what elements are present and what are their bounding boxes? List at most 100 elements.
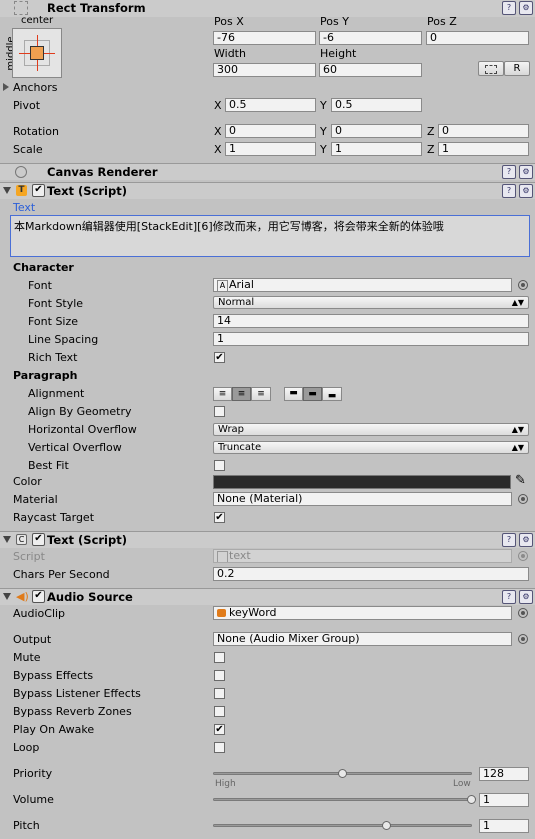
pitch-slider-track[interactable] — [213, 824, 472, 827]
pos-z-field[interactable]: 0 — [426, 31, 529, 45]
alignment-bottom-button[interactable]: ▬ — [322, 387, 342, 401]
priority-slider-thumb[interactable] — [337, 769, 347, 778]
width-field[interactable]: 300 — [213, 63, 316, 77]
script-icon: C — [16, 534, 27, 545]
scale-z-field[interactable]: 1 — [438, 142, 529, 156]
chars-per-second-field[interactable]: 0.2 — [213, 567, 529, 581]
anchor-preset-button[interactable] — [12, 28, 62, 78]
alignment-middle-button[interactable]: ▬ — [303, 387, 322, 401]
raycast-target-label: Raycast Target — [13, 511, 95, 524]
bypass-effects-checkbox[interactable] — [214, 670, 225, 681]
text-area[interactable]: 本Markdown编辑器使用[StackEdit][6]修改而来，用它写博客，将… — [10, 215, 530, 257]
scale-y-field[interactable]: 1 — [331, 142, 422, 156]
rot-y-field[interactable]: 0 — [331, 124, 422, 138]
settings-icon[interactable]: ⚙ — [519, 590, 533, 604]
output-field[interactable]: None (Audio Mixer Group) — [213, 632, 512, 646]
text-icon: T — [16, 185, 27, 196]
rect-transform-icon — [14, 1, 28, 15]
help-icon[interactable]: ? — [502, 533, 516, 547]
object-picker-icon — [518, 551, 528, 561]
alignment-label: Alignment — [28, 387, 85, 400]
rot-y-axis: Y — [320, 125, 327, 138]
pos-y-field[interactable]: -6 — [319, 31, 422, 45]
loop-checkbox[interactable] — [214, 742, 225, 753]
eyedropper-icon[interactable]: ✎ — [515, 473, 526, 488]
settings-icon[interactable]: ⚙ — [519, 165, 533, 179]
bypass-listener-checkbox[interactable] — [214, 688, 225, 699]
help-icon[interactable]: ? — [502, 165, 516, 179]
audio-source-header[interactable]: ◀) ✔ Audio Source ? ⚙ — [0, 588, 535, 605]
help-icon[interactable]: ? — [502, 1, 516, 15]
scale-x-axis: X — [214, 143, 222, 156]
foldout-arrow-icon[interactable] — [3, 593, 11, 600]
foldout-arrow-icon[interactable] — [3, 187, 11, 194]
alignment-top-button[interactable]: ▬ — [284, 387, 303, 401]
volume-field[interactable]: 1 — [479, 793, 529, 807]
object-picker-icon[interactable] — [518, 494, 528, 504]
pitch-slider-thumb[interactable] — [381, 821, 391, 830]
settings-icon[interactable]: ⚙ — [519, 1, 533, 15]
scale-y-axis: Y — [320, 143, 327, 156]
enable-checkbox[interactable]: ✔ — [32, 590, 45, 603]
best-fit-checkbox[interactable] — [214, 460, 225, 471]
object-picker-icon[interactable] — [518, 280, 528, 290]
font-style-dropdown[interactable]: Normal ▲▼ — [213, 296, 529, 309]
height-field[interactable]: 60 — [319, 63, 422, 77]
text-component-header[interactable]: T ✔ Text (Script) ? ⚙ — [0, 182, 535, 199]
rot-x-field[interactable]: 0 — [225, 124, 316, 138]
character-section: Character — [13, 261, 74, 274]
alignment-right-button[interactable]: ≡ — [251, 387, 271, 401]
volume-slider-track[interactable] — [213, 798, 472, 801]
priority-label: Priority — [13, 767, 53, 780]
blueprint-mode-button[interactable] — [478, 61, 504, 76]
foldout-arrow-icon[interactable] — [3, 536, 11, 543]
pos-x-field[interactable]: -76 — [213, 31, 316, 45]
settings-icon[interactable]: ⚙ — [519, 533, 533, 547]
help-icon[interactable]: ? — [502, 184, 516, 198]
font-field[interactable]: A Arial — [213, 278, 512, 292]
priority-field[interactable]: 128 — [479, 767, 529, 781]
color-label: Color — [13, 475, 42, 488]
horizontal-overflow-dropdown[interactable]: Wrap ▲▼ — [213, 423, 529, 436]
enable-checkbox[interactable]: ✔ — [32, 533, 45, 546]
rich-text-checkbox[interactable]: ✔ — [214, 352, 225, 363]
volume-slider-thumb[interactable] — [467, 795, 476, 804]
typewriter-component-header[interactable]: C ✔ Text (Script) ? ⚙ — [0, 531, 535, 548]
alignment-center-button[interactable]: ≡ — [232, 387, 251, 401]
canvas-renderer-icon — [15, 166, 27, 178]
color-swatch[interactable] — [213, 475, 511, 489]
canvas-renderer-header[interactable]: Canvas Renderer ? ⚙ — [0, 163, 535, 180]
line-spacing-field[interactable]: 1 — [213, 332, 529, 346]
vertical-overflow-dropdown[interactable]: Truncate ▲▼ — [213, 441, 529, 454]
align-by-geometry-checkbox[interactable] — [214, 406, 225, 417]
rot-z-field[interactable]: 0 — [438, 124, 529, 138]
raycast-target-checkbox[interactable]: ✔ — [214, 512, 225, 523]
height-label: Height — [320, 47, 357, 60]
raw-edit-button[interactable]: R — [504, 61, 530, 76]
pos-x-label: Pos X — [214, 15, 244, 28]
material-field[interactable]: None (Material) — [213, 492, 512, 506]
bypass-reverb-checkbox[interactable] — [214, 706, 225, 717]
enable-checkbox[interactable]: ✔ — [32, 184, 45, 197]
object-picker-icon[interactable] — [518, 608, 528, 618]
material-label: Material — [13, 493, 58, 506]
audioclip-field[interactable]: keyWord — [213, 606, 512, 620]
object-picker-icon[interactable] — [518, 634, 528, 644]
pitch-field[interactable]: 1 — [479, 819, 529, 833]
anchors-foldout-icon[interactable] — [3, 83, 9, 91]
pivot-label: Pivot — [13, 99, 41, 112]
anchors-label[interactable]: Anchors — [13, 81, 58, 94]
paragraph-section: Paragraph — [13, 369, 78, 382]
play-on-awake-checkbox[interactable]: ✔ — [214, 724, 225, 735]
scale-label: Scale — [13, 143, 43, 156]
mute-checkbox[interactable] — [214, 652, 225, 663]
font-size-field[interactable]: 14 — [213, 314, 529, 328]
alignment-left-button[interactable]: ≡ — [213, 387, 232, 401]
audio-source-icon: ◀) — [16, 590, 29, 603]
script-field: text — [213, 549, 512, 563]
help-icon[interactable]: ? — [502, 590, 516, 604]
settings-icon[interactable]: ⚙ — [519, 184, 533, 198]
pivot-y-field[interactable]: 0.5 — [331, 98, 422, 112]
pivot-x-field[interactable]: 0.5 — [225, 98, 316, 112]
scale-x-field[interactable]: 1 — [225, 142, 316, 156]
